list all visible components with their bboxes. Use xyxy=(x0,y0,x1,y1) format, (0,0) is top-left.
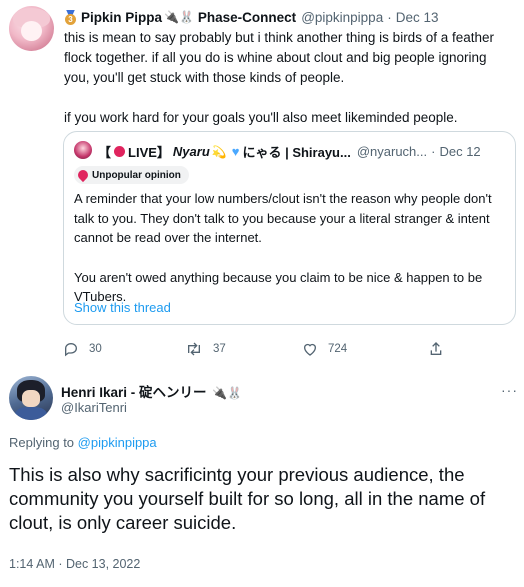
tweet2-body: This is also why sacrificintg your previ… xyxy=(9,464,486,533)
tweet1-separator: · xyxy=(387,9,392,25)
tweet1-body: this is mean to say probably but i think… xyxy=(64,28,512,148)
pin-icon xyxy=(75,167,91,183)
tweet1-handle[interactable]: @pipkinpippa xyxy=(301,10,383,25)
retweet-button[interactable]: 37 xyxy=(185,340,226,358)
quoted-live-label: LIVE】 xyxy=(128,145,170,160)
replying-to: Replying to @pipkinpippa xyxy=(9,435,157,450)
like-button[interactable]: 724 xyxy=(302,340,347,358)
tweet1-header: 3 Pipkin Pippa 🔌🐰 Phase-Connect @pipkinp… xyxy=(64,8,438,26)
quoted-name-suffix: にゃる | Shirayu... xyxy=(242,145,351,160)
share-button[interactable] xyxy=(429,340,453,358)
quoted-name-emoji: 💫 xyxy=(211,144,227,159)
quoted-name-main: Nyaru xyxy=(172,144,210,159)
retweet-count: 37 xyxy=(213,343,226,355)
live-dot-icon xyxy=(114,146,126,157)
retweet-icon xyxy=(188,342,200,356)
tweet2-timestamp[interactable]: 1:14 AM · Dec 13, 2022 xyxy=(9,557,140,571)
more-icon[interactable]: ··· xyxy=(501,382,518,398)
tweet2-name-badges: 🔌🐰 xyxy=(212,386,243,400)
avatar-henri-ikari[interactable] xyxy=(9,376,53,420)
tweet1-display-name[interactable]: Pipkin Pippa xyxy=(81,10,162,25)
tweet1-paragraph: if you work hard for your goals you'll a… xyxy=(64,110,458,125)
reply-icon xyxy=(65,342,78,357)
tweet1-affiliation[interactable]: Phase-Connect xyxy=(198,10,296,25)
quoted-tweet-card[interactable]: 【 LIVE】 Nyaru 💫 ♥ にゃる | Shirayu... @nyar… xyxy=(63,131,516,325)
medal-icon: 3 xyxy=(64,9,77,25)
tweet2-name-row: Henri Ikari - 碇ヘンリー 🔌🐰 xyxy=(61,381,244,401)
unpopular-opinion-badge: Unpopular opinion xyxy=(74,166,189,184)
quoted-name-prefix: 【 xyxy=(98,145,112,160)
avatar-pipkin-pippa[interactable] xyxy=(9,6,54,51)
quoted-date: Dec 12 xyxy=(439,144,481,159)
tweet2-handle[interactable]: @IkariTenri xyxy=(61,400,127,415)
reply-button[interactable]: 30 xyxy=(63,340,102,358)
quoted-separator: · xyxy=(431,144,436,159)
like-count: 724 xyxy=(328,343,348,355)
tweet2-display-name[interactable]: Henri Ikari - 碇ヘンリー xyxy=(61,385,207,400)
quoted-handle: @nyaruch... xyxy=(356,144,428,159)
tweet1-paragraph: this is mean to say probably but i think… xyxy=(64,30,494,85)
like-icon xyxy=(304,343,316,356)
quoted-tweet-header: 【 LIVE】 Nyaru 💫 ♥ にゃる | Shirayu... @nyar… xyxy=(98,142,481,161)
replying-prefix: Replying to xyxy=(9,435,75,450)
show-thread-link[interactable]: Show this thread xyxy=(74,300,171,315)
blue-heart-icon: ♥ xyxy=(231,144,240,159)
tweet1-date[interactable]: Dec 13 xyxy=(396,10,439,25)
quoted-avatar xyxy=(74,141,92,159)
reply-count: 30 xyxy=(89,343,102,355)
quoted-paragraph: A reminder that your low numbers/clout i… xyxy=(74,191,492,245)
badge-label: Unpopular opinion xyxy=(92,169,181,181)
replying-handle-link[interactable]: @pipkinpippa xyxy=(78,435,157,450)
tweet1-name-badges: 🔌🐰 xyxy=(164,10,194,24)
share-icon xyxy=(430,342,442,355)
